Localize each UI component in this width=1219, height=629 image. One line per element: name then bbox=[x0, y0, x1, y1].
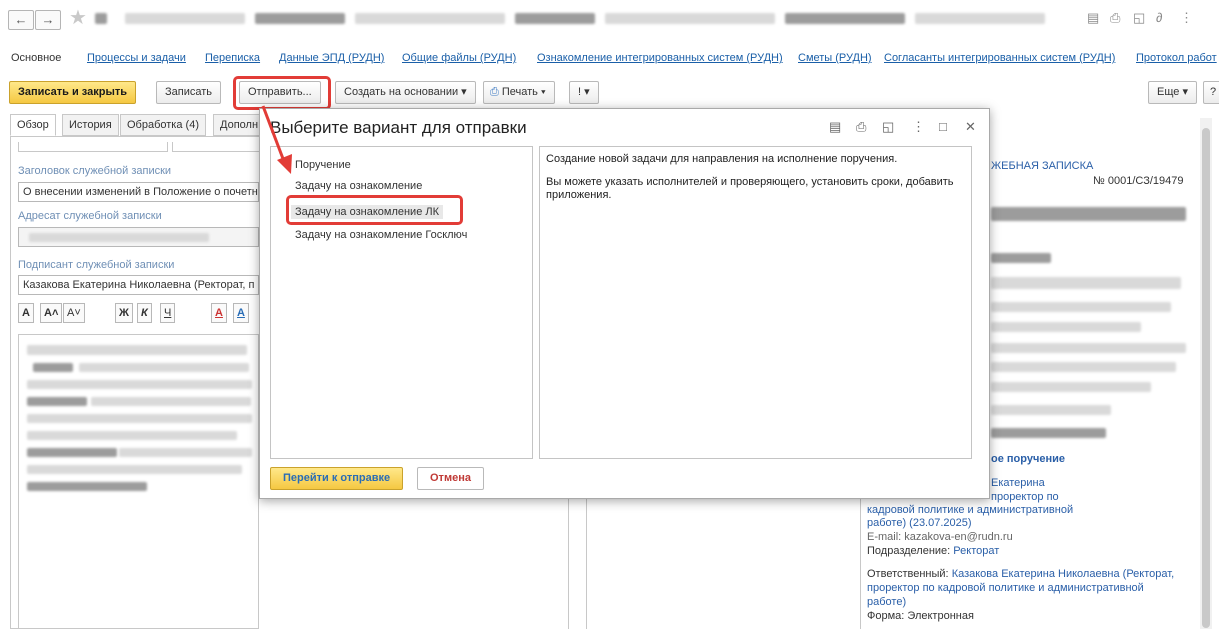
dialog-title: Выберите вариант для отправки bbox=[270, 118, 527, 137]
print-icon[interactable]: ⎙ bbox=[856, 119, 866, 135]
form-label: Форма: bbox=[867, 610, 905, 622]
preview-number: № 0001/СЗ/19479 bbox=[1093, 175, 1184, 187]
send-variant-dialog: Выберите вариант для отправки ▤ ⎙ ◱ ⋮ □ … bbox=[259, 108, 990, 499]
save-icon[interactable]: ▤ bbox=[1087, 10, 1099, 26]
nav-epd-data[interactable]: Данные ЭПД (РУДН) bbox=[279, 52, 384, 64]
favorite-star-icon[interactable]: ★ bbox=[69, 8, 87, 28]
form-value: Электронная bbox=[907, 610, 974, 622]
save-icon[interactable]: ▤ bbox=[829, 119, 841, 135]
more-menu-icon[interactable]: ⋮ bbox=[1180, 10, 1193, 26]
highlight-variant bbox=[286, 195, 463, 225]
body-editor[interactable] bbox=[18, 334, 259, 629]
print-label: Печать ▾ bbox=[501, 86, 546, 98]
description-text: Вы можете указать исполнителей и проверя… bbox=[546, 176, 954, 201]
importance-button[interactable]: ! ▾ bbox=[569, 81, 599, 104]
cancel-button[interactable]: Отмена bbox=[417, 467, 484, 490]
blurred-title bbox=[605, 13, 775, 24]
resp-line: работе) bbox=[867, 596, 907, 608]
nav-shared-files[interactable]: Общие файлы (РУДН) bbox=[402, 52, 516, 64]
addressee-label: Адресат служебной записки bbox=[18, 210, 162, 222]
forward-button[interactable]: → bbox=[35, 10, 61, 30]
variant-item[interactable]: Поручение bbox=[295, 159, 351, 171]
title-input[interactable]: О внесении изменений в Положение о почет… bbox=[18, 182, 259, 202]
panel-divider bbox=[568, 499, 569, 629]
underline-button[interactable]: Ч bbox=[160, 303, 176, 323]
nav-correspondence[interactable]: Переписка bbox=[205, 52, 260, 64]
tab-processing[interactable]: Обработка (4) bbox=[120, 114, 206, 136]
help-button[interactable]: ? bbox=[1203, 81, 1219, 104]
create-based-on-button[interactable]: Создать на основании ▾ bbox=[335, 81, 476, 104]
blurred-title bbox=[255, 13, 345, 24]
annotation-arrow bbox=[261, 105, 292, 174]
font-increase-button[interactable]: A˄ bbox=[40, 303, 63, 323]
preview-heading: ЖЕБНАЯ ЗАПИСКА bbox=[991, 160, 1094, 172]
form-field-edge bbox=[18, 142, 168, 152]
bold-button[interactable]: Ж bbox=[115, 303, 133, 323]
dept-label: Подразделение: bbox=[867, 545, 951, 557]
print-button[interactable]: ⎙ Печать ▾ bbox=[483, 81, 555, 104]
blurred-title bbox=[95, 13, 107, 24]
more-menu-icon[interactable]: ⋮ bbox=[912, 119, 925, 135]
tab-history[interactable]: История bbox=[62, 114, 119, 136]
blurred-title bbox=[125, 13, 245, 24]
addressee-input[interactable] bbox=[18, 227, 259, 247]
blurred-title bbox=[355, 13, 505, 24]
save-button[interactable]: Записать bbox=[156, 81, 222, 104]
link-icon[interactable]: ∂ bbox=[1156, 10, 1162, 25]
signer-label: Подписант служебной записки bbox=[18, 259, 175, 271]
blurred-title bbox=[785, 13, 905, 24]
nav-estimates[interactable]: Сметы (РУДН) bbox=[798, 52, 872, 64]
text-color-button[interactable]: A bbox=[233, 303, 249, 323]
resp-line: проректор по кадровой политике и админис… bbox=[867, 582, 1144, 594]
preview-section: ое поручение bbox=[991, 453, 1065, 465]
dept-value[interactable]: Ректорат bbox=[953, 545, 999, 557]
nav-integrated-approvers[interactable]: Согласанты интегрированных систем (РУДН) bbox=[884, 52, 1115, 64]
go-to-send-button[interactable]: Перейти к отправке bbox=[270, 467, 404, 490]
save-and-close-button[interactable]: Записать и закрыть bbox=[9, 81, 137, 104]
email-value[interactable]: kazakova-en@rudn.ru bbox=[904, 531, 1012, 543]
description-text: Создание новой задачи для направления на… bbox=[546, 153, 898, 165]
variant-item[interactable]: Задачу на ознакомление bbox=[295, 180, 422, 192]
preview-icon[interactable]: ◱ bbox=[882, 119, 894, 135]
preview-scrollbar[interactable] bbox=[1200, 118, 1212, 629]
nav-work-protocol[interactable]: Протокол работ bbox=[1136, 52, 1217, 64]
print-icon[interactable]: ⎙ bbox=[1110, 10, 1120, 26]
font-button[interactable]: A bbox=[18, 303, 34, 323]
preview-line: работе) (23.07.2025) bbox=[867, 517, 972, 529]
scrollbar-thumb[interactable] bbox=[1202, 128, 1210, 628]
form-navigation: Основное Процессы и задачи Переписка Дан… bbox=[0, 46, 1219, 68]
tab-overview[interactable]: Обзор bbox=[10, 114, 56, 136]
preview-line: кадровой политике и административной bbox=[867, 504, 1074, 516]
maximize-icon[interactable]: □ bbox=[939, 119, 947, 134]
variant-item[interactable]: Задачу на ознакомление Госключ bbox=[295, 229, 467, 241]
font-decrease-button[interactable]: A˅ bbox=[63, 303, 85, 323]
blurred-title bbox=[515, 13, 595, 24]
panel-divider bbox=[586, 499, 587, 629]
highlight-color-button[interactable]: A bbox=[211, 303, 227, 323]
blurred-addressee bbox=[29, 233, 209, 242]
nav-integrated-review[interactable]: Ознакомление интегрированных систем (РУД… bbox=[537, 52, 783, 64]
nav-processes[interactable]: Процессы и задачи bbox=[87, 52, 186, 64]
preview-icon[interactable]: ◱ bbox=[1133, 10, 1145, 26]
form-field-edge bbox=[172, 142, 259, 152]
italic-button[interactable]: К bbox=[137, 303, 152, 323]
email-label: E-mail: bbox=[867, 531, 902, 543]
resp-label: Ответственный: bbox=[867, 568, 949, 580]
blurred-preview bbox=[991, 207, 1186, 221]
variant-list: Поручение Задачу на ознакомление Задачу … bbox=[270, 146, 533, 459]
resp-value[interactable]: Казакова Екатерина Николаевна (Ректорат, bbox=[952, 568, 1174, 580]
blurred-title bbox=[915, 13, 1045, 24]
variant-description: Создание новой задачи для направления на… bbox=[539, 146, 972, 459]
nav-main[interactable]: Основное bbox=[11, 52, 61, 64]
more-button[interactable]: Еще ▾ bbox=[1148, 81, 1197, 104]
close-icon[interactable]: ✕ bbox=[965, 119, 976, 135]
preview-line: Екатерина bbox=[991, 477, 1045, 489]
back-button[interactable]: ← bbox=[8, 10, 34, 30]
signer-input[interactable]: Казакова Екатерина Николаевна (Ректорат,… bbox=[18, 275, 259, 295]
title-label: Заголовок служебной записки bbox=[18, 165, 172, 177]
window-title-bar: ← → ★ ▤ ⎙ ◱ ∂ ⋮ bbox=[0, 0, 1219, 36]
preview-line: проректор по bbox=[991, 491, 1059, 503]
panel-divider bbox=[860, 499, 861, 629]
printer-icon: ⎙ bbox=[490, 86, 499, 98]
